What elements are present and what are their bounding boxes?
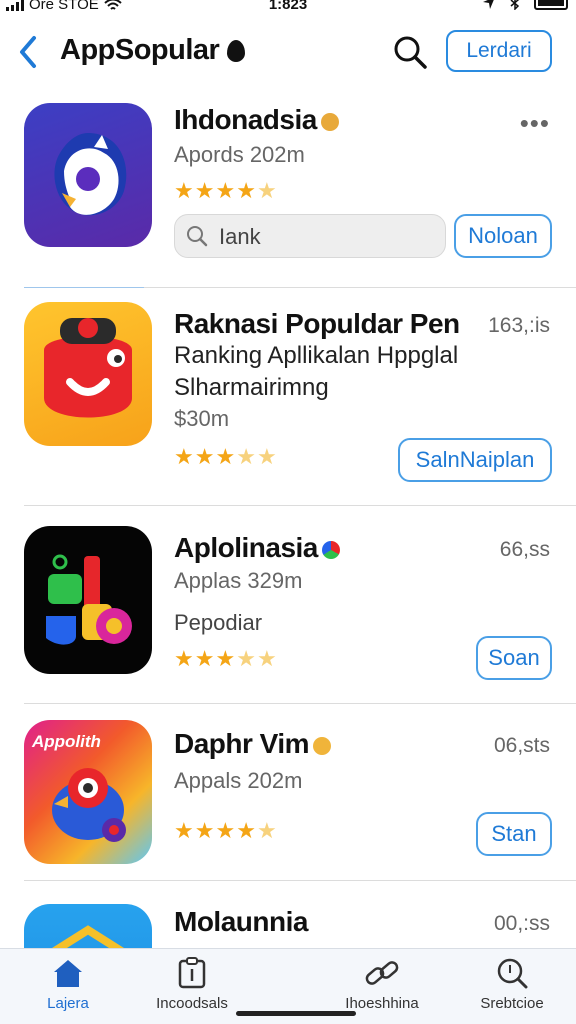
link-icon: [365, 961, 399, 985]
star-half-icon: ★: [236, 444, 256, 469]
rating-stars-1: ★ ★ ★ ★ ★: [174, 180, 277, 202]
app-name-4: Daphr Vim: [174, 728, 332, 760]
app-action-button-2[interactable]: SalnNaiplan: [398, 438, 552, 482]
rating-stars-2: ★ ★ ★ ★ ★: [174, 446, 277, 468]
app-icon-1: [24, 103, 152, 247]
battery-icon: [534, 0, 568, 10]
app-note-3: Pepodiar: [174, 610, 263, 635]
app-row-1[interactable]: Ihdonadsia ••• Apords 202m ★ ★ ★ ★ ★ Iank No…: [0, 100, 576, 290]
app-row-2[interactable]: Raknasi Populdar Pen 163,:is Ranking Apl…: [0, 300, 576, 505]
search-icon: [497, 958, 528, 989]
app-price-2: $30m: [174, 406, 230, 431]
title-badge-icon: [227, 39, 246, 62]
star-icon: ★: [194, 818, 215, 843]
app-description-2a: Ranking Apllikalan Hppglal: [174, 342, 459, 369]
app-subtitle-3: Applas 329m: [174, 568, 303, 593]
star-half-icon: ★: [256, 178, 277, 203]
star-icon: ★: [194, 646, 215, 671]
tab-search[interactable]: Srebtcioe: [452, 957, 572, 1012]
rating-stars-4: ★ ★ ★ ★ ★: [174, 820, 277, 842]
star-half-icon: ★: [236, 646, 256, 671]
tab-label: Srebtcioe: [480, 995, 544, 1012]
app-row-5[interactable]: Molaunnia 00,:ss: [0, 898, 576, 948]
tab-home[interactable]: Lajera: [8, 957, 128, 1012]
star-icon: ★: [215, 444, 236, 469]
home-icon: [54, 960, 82, 987]
star-icon: ★: [174, 178, 194, 203]
divider: [24, 287, 576, 288]
star-icon: ★: [194, 444, 215, 469]
star-empty-icon: ★: [256, 444, 277, 469]
app-meta-4: 06,sts: [493, 734, 550, 757]
page-title: AppSopular: [60, 34, 246, 67]
app-name-1: Ihdonadsia: [174, 104, 339, 136]
header-action-button[interactable]: Lerdari: [446, 30, 552, 72]
rating-stars-3: ★ ★ ★ ★ ★: [174, 648, 277, 670]
verified-badge-icon: [321, 540, 340, 559]
verified-badge-icon: [320, 112, 339, 131]
star-icon: ★: [194, 178, 215, 203]
app-subtitle-4: Appals 202m: [174, 768, 303, 793]
app-icon-3: [24, 526, 152, 674]
app-action-button-1[interactable]: Noloan: [454, 214, 552, 258]
clipboard-icon: [178, 957, 206, 989]
tab-incoodsals[interactable]: Incoodsals: [132, 957, 252, 1012]
star-icon: ★: [174, 444, 194, 469]
location-icon: [483, 0, 494, 9]
verified-badge-icon: [313, 736, 332, 755]
app-name-3: Aplolinasia: [174, 532, 340, 564]
back-chevron-icon[interactable]: [14, 32, 42, 72]
app-meta-3: 66,ss: [499, 538, 550, 561]
app-name-2: Raknasi Populdar Pen: [174, 308, 460, 339]
app-action-button-3[interactable]: Soan: [476, 636, 552, 680]
star-icon: ★: [174, 818, 194, 843]
search-icon[interactable]: [392, 34, 428, 70]
home-indicator: [236, 1011, 356, 1016]
app-row-3[interactable]: Aplolinasia 66,ss Applas 329m Pepodiar ★…: [0, 522, 576, 702]
navigation-bar: AppSopular Lerdari: [0, 22, 576, 86]
status-icons: [482, 0, 568, 10]
tab-label: Ihoeshhina: [345, 995, 419, 1012]
tab-label: Incoodsals: [156, 995, 228, 1012]
star-half-icon: ★: [256, 818, 277, 843]
tab-label: Lajera: [47, 995, 89, 1012]
tab-ihoeshhina[interactable]: Ihoeshhina: [322, 957, 442, 1012]
app-meta-5: 00,:ss: [493, 912, 550, 935]
star-icon: ★: [236, 178, 256, 203]
app-icon-4: Appolith: [24, 720, 152, 864]
app-name-5: Molaunnia: [174, 906, 308, 937]
star-icon: ★: [215, 646, 236, 671]
search-placeholder: Iank: [219, 224, 261, 249]
app-subtitle-1: Apords 202m: [174, 142, 305, 167]
divider: [24, 703, 576, 704]
star-icon: ★: [236, 818, 256, 843]
bluetooth-icon: [510, 0, 520, 10]
app-row-4[interactable]: Appolith Daphr Vim 06,sts Appals 202m ★ ★…: [0, 718, 576, 878]
app-icon-2: [24, 302, 152, 446]
star-icon: ★: [215, 178, 236, 203]
star-icon: ★: [174, 646, 194, 671]
app-search-input[interactable]: Iank: [174, 214, 446, 258]
divider: [24, 505, 576, 506]
search-icon: [187, 226, 208, 247]
app-description-2b: Slharmairimng: [174, 374, 329, 401]
star-empty-icon: ★: [256, 646, 277, 671]
star-icon: ★: [215, 818, 236, 843]
app-action-button-4[interactable]: Stan: [476, 812, 552, 856]
tab-bar: Lajera Incoodsals Ihoeshhina Srebtcioe: [0, 948, 576, 1024]
app-icon-5: [24, 904, 152, 948]
page-title-text: AppSopular: [60, 34, 220, 66]
more-options-icon[interactable]: •••: [520, 108, 550, 139]
app-meta-2: 163,:is: [488, 314, 550, 337]
divider: [24, 880, 576, 881]
status-bar: Ore STOE 1:823: [0, 0, 576, 20]
